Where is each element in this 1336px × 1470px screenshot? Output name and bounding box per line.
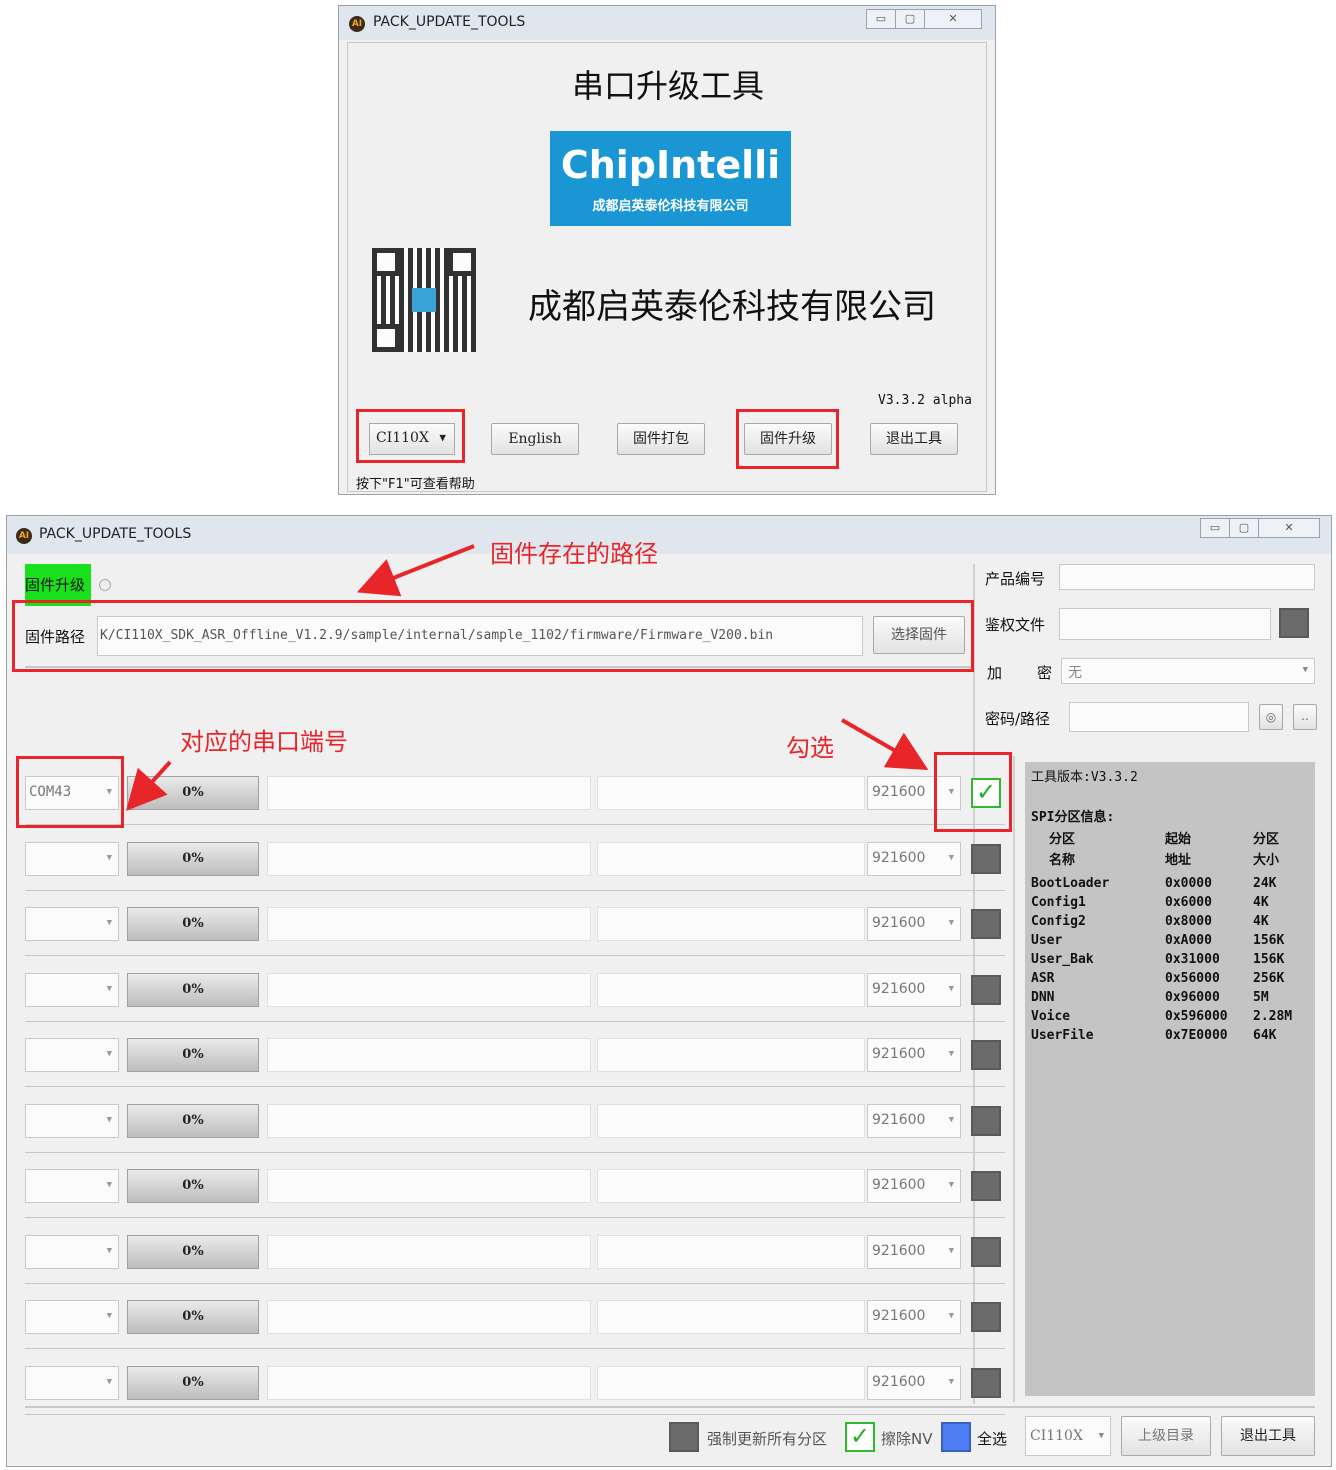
arrow-to-path xyxy=(356,544,475,597)
arrow-to-checkbox xyxy=(840,718,929,771)
arrow-to-port xyxy=(125,760,172,811)
annotation-arrows xyxy=(125,544,929,811)
